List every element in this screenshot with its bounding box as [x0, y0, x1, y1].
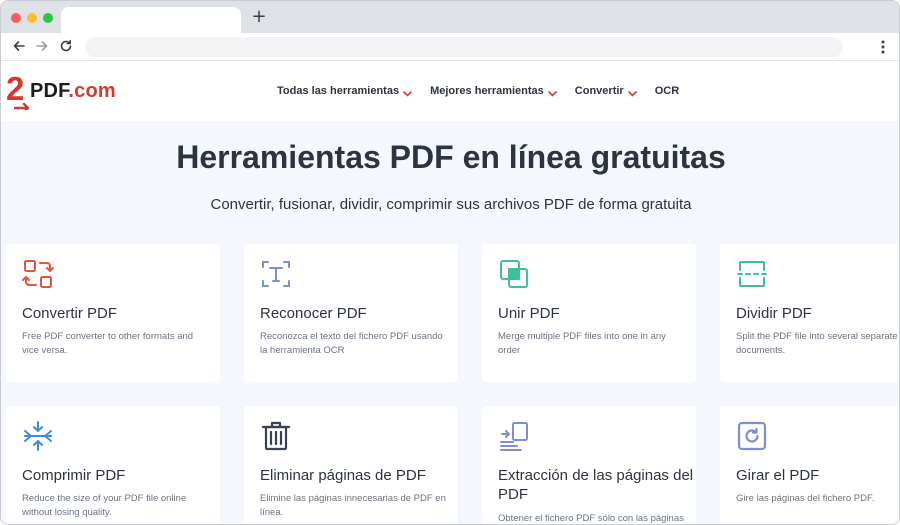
- tool-card-rotate[interactable]: Girar el PDF Gire las páginas del ficher…: [720, 406, 899, 524]
- browser-toolbar: [1, 33, 899, 61]
- chevron-down-icon: [627, 88, 637, 97]
- browser-window: + 2 PDF.com Todas las herramientas Mejor…: [0, 0, 900, 525]
- tool-card-compress[interactable]: Comprimir PDF Reduce the size of your PD…: [6, 406, 220, 524]
- close-window-button[interactable]: [11, 13, 21, 23]
- forward-arrow-icon[interactable]: [34, 38, 50, 54]
- nav-item-label: Todas las herramientas: [277, 85, 400, 97]
- convert-icon: [22, 258, 54, 290]
- nav-item-convert[interactable]: Convertir: [575, 81, 637, 101]
- nav-item-label: Mejores herramientas: [430, 85, 544, 97]
- tool-card-title: Reconocer PDF: [260, 305, 367, 322]
- back-arrow-icon[interactable]: [11, 38, 27, 54]
- tool-card-description: Obtener el fichero PDF sólo con las pági…: [498, 513, 684, 524]
- ocr-text-icon: [260, 258, 292, 290]
- tool-card-ocr[interactable]: Reconocer PDF Reconozca el texto del fic…: [244, 244, 458, 382]
- tool-card-split[interactable]: Dividir PDF Split the PDF file into seve…: [720, 244, 899, 382]
- logo-wordmark: PDF.com: [30, 78, 116, 104]
- tool-card-description: Gire las páginas del fichero PDF.: [736, 493, 875, 504]
- address-bar[interactable]: [85, 37, 843, 57]
- tool-card-title: Unir PDF: [498, 305, 560, 322]
- new-tab-button[interactable]: +: [251, 8, 267, 26]
- nav-item-ocr[interactable]: OCR: [655, 81, 679, 101]
- browser-tab[interactable]: [61, 7, 241, 33]
- tool-card-convert[interactable]: Convertir PDF Free PDF converter to othe…: [6, 244, 220, 382]
- tool-card-title: Comprimir PDF: [22, 467, 126, 484]
- nav-item-all-tools[interactable]: Todas las herramientas: [277, 81, 412, 101]
- nav-item-best-tools[interactable]: Mejores herramientas: [430, 81, 557, 101]
- tool-card-description: Merge multiple PDF files into one in any…: [498, 331, 666, 356]
- tool-card-description: Split the PDF file into several separate…: [736, 331, 898, 356]
- trash-icon: [260, 420, 292, 452]
- extract-pages-icon: [498, 420, 530, 452]
- maximize-window-button[interactable]: [43, 13, 53, 23]
- tool-card-title: Girar el PDF: [736, 467, 820, 484]
- tool-card-description: Elimine las páginas innecesarias de PDF …: [260, 493, 446, 518]
- nav-item-label: Convertir: [574, 85, 624, 97]
- logo-tld: .com: [68, 80, 116, 102]
- browser-menu-icon[interactable]: [877, 38, 889, 56]
- tool-card-title: Convertir PDF: [22, 305, 118, 322]
- page-subtitle: Convertir, fusionar, dividir, comprimir …: [210, 196, 692, 213]
- compress-icon: [22, 420, 54, 452]
- tool-card-delete-pages[interactable]: Eliminar páginas de PDF Elimine las pági…: [244, 406, 458, 524]
- tool-card-title: Extracción de las páginas del PDF: [498, 467, 694, 503]
- chevron-down-icon: [403, 88, 412, 97]
- tool-card-description: Reconozca el texto del fichero PDF usand…: [260, 331, 443, 356]
- merge-icon: [498, 258, 530, 290]
- site-logo[interactable]: 2 PDF.com: [6, 71, 131, 114]
- nav-item-label: OCR: [654, 85, 680, 97]
- minimize-window-button[interactable]: [27, 13, 37, 23]
- reload-icon[interactable]: [58, 38, 74, 54]
- tool-card-description: Reduce the size of your PDF file online …: [22, 493, 187, 518]
- tool-card-merge[interactable]: Unir PDF Merge multiple PDF files into o…: [482, 244, 696, 382]
- site-header: 2 PDF.com Todas las herramientas Mejores…: [1, 61, 899, 121]
- tool-card-title: Eliminar páginas de PDF: [260, 467, 426, 484]
- chevron-down-icon: [547, 88, 557, 97]
- tool-card-title: Dividir PDF: [736, 305, 812, 322]
- split-icon: [736, 258, 768, 290]
- tool-card-description: Free PDF converter to other formats and …: [22, 331, 194, 356]
- main-nav: Todas las herramientas Mejores herramien…: [277, 81, 679, 101]
- tab-bar: +: [1, 1, 899, 33]
- tool-card-extract-pages[interactable]: Extracción de las páginas del PDF Obtene…: [482, 406, 696, 524]
- logo-name: PDF: [30, 80, 69, 102]
- rotate-icon: [736, 420, 768, 452]
- page-title: Herramientas PDF en línea gratuitas: [176, 139, 726, 175]
